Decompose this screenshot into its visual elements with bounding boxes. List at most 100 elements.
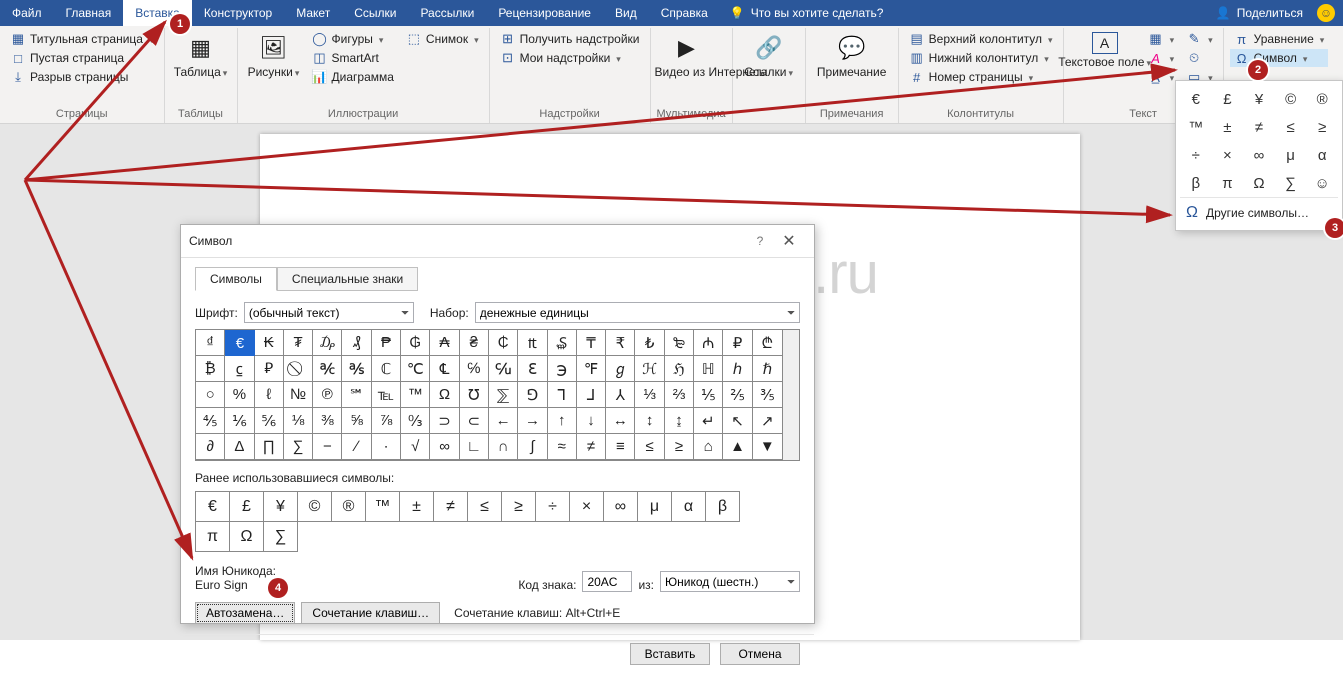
recent-symbol[interactable]: £ xyxy=(230,492,264,522)
flyout-symbol[interactable]: ∞ xyxy=(1243,141,1275,169)
symbol-cell[interactable]: ↖ xyxy=(723,408,752,434)
symbol-cell[interactable]: ⅃ xyxy=(577,382,606,408)
symbol-cell[interactable]: ℡ xyxy=(372,382,401,408)
symbol-cell[interactable]: ∂ xyxy=(196,434,225,460)
help-button[interactable]: ? xyxy=(748,234,772,248)
recent-symbol[interactable]: € xyxy=(196,492,230,522)
symbol-cell[interactable]: ⅕ xyxy=(694,382,723,408)
smartart-button[interactable]: ◫SmartArt xyxy=(308,49,398,67)
my-addins-button[interactable]: ⊡Мои надстройки xyxy=(496,49,644,67)
symbol-cell[interactable]: ∕ xyxy=(342,434,371,460)
tellme-search[interactable]: 💡Что вы хотите сделать? xyxy=(720,0,894,26)
symbol-cell[interactable]: ℉ xyxy=(577,356,606,382)
symbol-cell[interactable]: ∞ xyxy=(430,434,459,460)
flyout-symbol[interactable]: β xyxy=(1180,169,1212,197)
symbol-cell[interactable]: ℄ xyxy=(430,356,459,382)
symbol-cell[interactable]: ∑ xyxy=(284,434,313,460)
symbol-cell[interactable]: ≥ xyxy=(665,434,694,460)
symbol-cell[interactable]: ⅞ xyxy=(372,408,401,434)
tab-ссылки[interactable]: Ссылки xyxy=(342,0,408,26)
tab-symbols[interactable]: Символы xyxy=(195,267,277,291)
online-video-button[interactable]: ▶ Видео из Интернета xyxy=(657,30,717,106)
symbol-cell[interactable]: ⅀ xyxy=(489,382,518,408)
symbol-cell[interactable]: ≈ xyxy=(548,434,577,460)
close-button[interactable]: ✕ xyxy=(772,231,806,251)
recent-symbol[interactable]: μ xyxy=(638,492,672,522)
symbol-cell[interactable]: ∩ xyxy=(489,434,518,460)
symbol-cell[interactable]: ₸ xyxy=(577,330,606,356)
textbox-button[interactable]: A Текстовое поле xyxy=(1070,30,1140,106)
symbol-cell[interactable]: ℀ xyxy=(313,356,342,382)
symbol-cell[interactable]: ↓ xyxy=(577,408,606,434)
recent-symbol[interactable]: ≥ xyxy=(502,492,536,522)
quickparts-button[interactable]: ▦ xyxy=(1144,30,1179,48)
dropcap-button[interactable]: A̲ xyxy=(1144,68,1179,86)
symbol-cell[interactable]: ⅄ xyxy=(606,382,635,408)
symbol-cell[interactable]: ≠ xyxy=(577,434,606,460)
symbol-cell[interactable]: Ω xyxy=(430,382,459,408)
tab-конструктор[interactable]: Конструктор xyxy=(192,0,284,26)
wordart-button[interactable]: A xyxy=(1144,49,1179,67)
symbol-cell[interactable]: № xyxy=(284,382,313,408)
symbol-grid[interactable]: ₫€₭₮₯₰₱₲₳₴₵₶₷₸₹₺₻₼₽₾₿⃀⃁⃠℀℁ℂ℃℄℅℆ℇ℈℉ℊℋℌℍℎℏ… xyxy=(195,329,783,461)
links-button[interactable]: 🔗 Ссылки xyxy=(739,30,799,106)
symbol-cell[interactable]: ↔ xyxy=(606,408,635,434)
page-break-button[interactable]: ⤓Разрыв страницы xyxy=(6,68,158,86)
recent-symbol[interactable]: ® xyxy=(332,492,366,522)
symbol-cell[interactable]: ← xyxy=(489,408,518,434)
symbol-cell[interactable]: ⅂ xyxy=(548,382,577,408)
symbol-cell[interactable]: ⃀ xyxy=(225,356,254,382)
recent-symbol[interactable]: Ω xyxy=(230,522,264,552)
flyout-symbol[interactable]: ÷ xyxy=(1180,141,1212,169)
symbol-cell[interactable]: ₻ xyxy=(665,330,694,356)
recent-symbol[interactable]: ¥ xyxy=(264,492,298,522)
tab-справка[interactable]: Справка xyxy=(649,0,720,26)
from-select[interactable]: Юникод (шестн.) xyxy=(660,571,800,592)
blank-page-button[interactable]: □Пустая страница xyxy=(6,49,158,67)
symbol-cell[interactable]: ○ xyxy=(196,382,225,408)
more-symbols-button[interactable]: Ω Другие символы… xyxy=(1180,197,1338,230)
symbol-cell[interactable]: ℏ xyxy=(753,356,782,382)
tab-рецензирование[interactable]: Рецензирование xyxy=(486,0,603,26)
symbol-cell[interactable]: % xyxy=(225,382,254,408)
symbol-cell[interactable]: ₽ xyxy=(723,330,752,356)
symbol-cell[interactable]: ™ xyxy=(401,382,430,408)
code-input[interactable] xyxy=(582,571,632,592)
symbol-cell[interactable]: → xyxy=(518,408,547,434)
pagenum-button[interactable]: #Номер страницы xyxy=(905,68,1057,86)
symbol-cell[interactable]: ℍ xyxy=(694,356,723,382)
symbol-cell[interactable]: ₺ xyxy=(635,330,664,356)
symbol-cell[interactable]: ∏ xyxy=(255,434,284,460)
tab-файл[interactable]: Файл xyxy=(0,0,54,26)
insert-button[interactable]: Вставить xyxy=(630,643,710,665)
shortcut-button[interactable]: Сочетание клавиш… xyxy=(301,602,440,624)
flyout-symbol[interactable]: ≥ xyxy=(1306,113,1338,141)
flyout-symbol[interactable]: ™ xyxy=(1180,113,1212,141)
tab-главная[interactable]: Главная xyxy=(54,0,124,26)
recent-symbol[interactable]: π xyxy=(196,522,230,552)
symbol-cell[interactable]: ₿ xyxy=(196,356,225,382)
symbol-cell[interactable]: ⅘ xyxy=(196,408,225,434)
pictures-button[interactable]: 🖼 Рисунки xyxy=(244,30,304,106)
symbol-cell[interactable]: ⅜ xyxy=(313,408,342,434)
symbol-cell[interactable]: ⅙ xyxy=(225,408,254,434)
flyout-symbol[interactable]: μ xyxy=(1275,141,1307,169)
symbol-cell[interactable]: ₴ xyxy=(460,330,489,356)
flyout-symbol[interactable]: Ω xyxy=(1243,169,1275,197)
recent-symbol[interactable]: β xyxy=(706,492,740,522)
equation-button[interactable]: πУравнение xyxy=(1230,30,1329,48)
recent-symbol[interactable]: ± xyxy=(400,492,434,522)
symbol-cell[interactable]: ₮ xyxy=(284,330,313,356)
symbol-cell[interactable]: ₯ xyxy=(313,330,342,356)
tab-макет[interactable]: Макет xyxy=(284,0,342,26)
symbol-cell[interactable]: ₰ xyxy=(342,330,371,356)
symbol-cell[interactable]: ▼ xyxy=(753,434,782,460)
recent-symbol[interactable]: ≤ xyxy=(468,492,502,522)
symbol-cell[interactable]: ⅚ xyxy=(255,408,284,434)
cover-page-button[interactable]: ▦Титульная страница xyxy=(6,30,158,48)
symbol-cell[interactable]: ₭ xyxy=(255,330,284,356)
flyout-symbol[interactable]: × xyxy=(1212,141,1244,169)
symbol-cell[interactable]: ⊂ xyxy=(460,408,489,434)
shapes-button[interactable]: ◯Фигуры xyxy=(308,30,398,48)
screenshot-button[interactable]: ⬚Снимок xyxy=(402,30,483,48)
